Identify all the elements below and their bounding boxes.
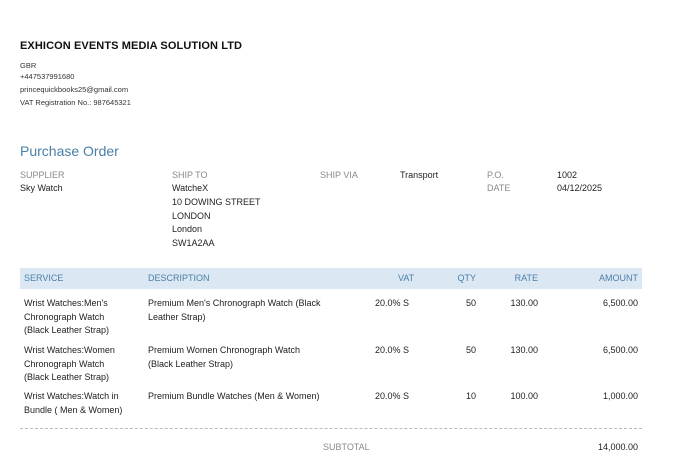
service-line: (Black Leather Strap)	[24, 325, 110, 335]
row-rate: 100.00	[510, 391, 538, 401]
service-line: Wrist Watches:Men's	[24, 298, 108, 308]
service-line: Chronograph Watch	[24, 358, 105, 369]
ship-to-line: LONDON	[172, 210, 211, 221]
table-divider	[20, 428, 642, 429]
row-amount: 1,000.00	[602, 391, 638, 401]
row-description: Premium Bundle Watches (Men & Women)	[148, 390, 368, 404]
purchase-order-page: EXHICON EVENTS MEDIA SOLUTION LTD GBR +4…	[0, 0, 680, 459]
company-email: princequickbooks25@gmail.com	[20, 85, 129, 94]
ship-via-label: SHIP VIA	[320, 170, 358, 180]
table-header: SERVICE DESCRIPTION VAT QTY RATE AMOUNT	[20, 268, 642, 289]
service-line: Bundle ( Men & Women)	[24, 404, 123, 415]
row-description: Premium Women Chronograph Watch (Black L…	[148, 344, 368, 371]
table-row: Wrist Watches:Men's Chronograph Watch (B…	[20, 297, 642, 339]
table-row: Wrist Watches:Watch in Bundle ( Men & Wo…	[20, 390, 642, 420]
supplier-value: Sky Watch	[20, 183, 63, 193]
subtotal-value: 14,000.00	[597, 442, 638, 452]
row-service: Wrist Watches:Women Chronograph Watch (B…	[24, 344, 144, 385]
service-line: Chronograph Watch	[24, 311, 105, 322]
row-qty: 50	[465, 298, 476, 308]
ship-to-line: WatcheX	[172, 183, 209, 193]
ship-to-line: 10 DOWING STREET	[172, 196, 261, 207]
ship-via-value: Transport	[400, 170, 439, 180]
description-line: Premium Men's Chronograph Watch (Black	[148, 298, 321, 308]
date-label: DATE	[487, 183, 511, 193]
ship-to-line: SW1A2AA	[172, 238, 215, 249]
header-description: DESCRIPTION	[148, 273, 210, 283]
row-vat: 20.0% S	[375, 345, 410, 355]
row-qty: 50	[465, 345, 476, 355]
header-amount: AMOUNT	[599, 273, 638, 283]
service-line: Wrist Watches:Watch in	[24, 391, 119, 401]
row-amount: 6,500.00	[602, 345, 638, 355]
description-line: Leather Strap)	[148, 311, 206, 322]
ship-to-address: WatcheX 10 DOWING STREET LONDON London S…	[172, 182, 261, 251]
row-vat: 20.0% S	[375, 298, 410, 308]
subtotal-label: SUBTOTAL	[323, 442, 370, 452]
company-vat-registration: VAT Registration No.: 987645321	[20, 98, 131, 107]
header-vat: VAT	[398, 273, 415, 283]
ship-to-label: SHIP TO	[172, 170, 208, 180]
po-label: P.O.	[487, 170, 504, 180]
service-line: (Black Leather Strap)	[24, 372, 110, 382]
date-value: 04/12/2025	[557, 183, 603, 193]
row-rate: 130.00	[510, 345, 538, 355]
row-vat: 20.0% S	[375, 391, 410, 401]
row-service: Wrist Watches:Watch in Bundle ( Men & Wo…	[24, 390, 144, 417]
service-line: Wrist Watches:Women	[24, 345, 115, 355]
company-country: GBR	[20, 61, 37, 70]
row-qty: 10	[465, 391, 476, 401]
row-service: Wrist Watches:Men's Chronograph Watch (B…	[24, 297, 144, 338]
po-number: 1002	[557, 170, 578, 180]
company-phone: +447537991680	[20, 72, 75, 81]
description-line: Premium Women Chronograph Watch	[148, 345, 301, 355]
description-line: Premium Bundle Watches (Men & Women)	[148, 391, 320, 401]
company-name: EXHICON EVENTS MEDIA SOLUTION LTD	[20, 40, 243, 52]
table-row: Wrist Watches:Women Chronograph Watch (B…	[20, 344, 642, 386]
row-description: Premium Men's Chronograph Watch (Black L…	[148, 297, 368, 324]
ship-to-line: London	[172, 224, 203, 235]
document-title: Purchase Order	[20, 143, 119, 159]
header-qty: QTY	[457, 273, 476, 283]
header-rate: RATE	[514, 273, 538, 283]
row-rate: 130.00	[510, 298, 538, 308]
row-amount: 6,500.00	[602, 298, 638, 308]
header-service: SERVICE	[24, 273, 64, 283]
description-line: (Black Leather Strap)	[148, 358, 234, 369]
supplier-label: SUPPLIER	[20, 170, 65, 180]
